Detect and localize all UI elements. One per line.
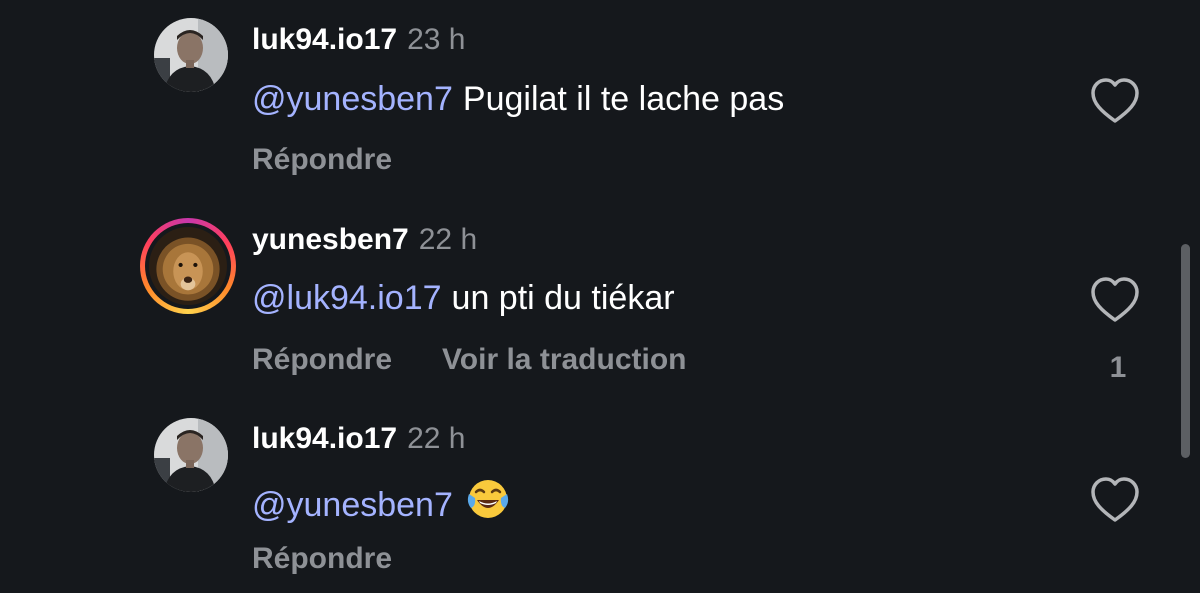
mention-link[interactable]: @yunesben7 [252,486,453,524]
reply-button[interactable]: Répondre [252,343,392,376]
like-button[interactable] [1088,475,1142,525]
see-translation-button[interactable]: Voir la traduction [442,343,686,376]
tears-of-joy-emoji-icon [465,476,511,522]
timestamp: 22 h [418,223,478,256]
comment-actions: Répondre [252,541,392,577]
scrollbar[interactable] [1181,244,1190,458]
timestamp: 22 h [407,422,466,455]
like-count: 1 [1109,351,1127,384]
like-button[interactable] [1088,275,1142,325]
comments-thread: luk94.io17 23 h @yunesben7 Pugilat il te l… [0,0,1200,593]
comment-text: @yunesben7 [252,476,511,526]
heart-outline-icon [1091,477,1139,522]
reply-button[interactable]: Répondre [252,542,392,575]
comment-body: un pti du tiékar [451,279,675,317]
username[interactable]: luk94.io17 [252,422,397,455]
comment-header: luk94.io17 22 h [252,421,465,457]
avatar [149,227,227,305]
lion-icon [149,227,227,305]
avatar-story-ring[interactable] [140,218,236,314]
avatar[interactable] [154,418,228,492]
username[interactable]: yunesben7 [252,223,409,256]
comment: luk94.io17 22 h @yunesben7 Répondre [0,0,1200,575]
comment-text: @luk94.io17 un pti du tiékar [252,277,675,319]
mention-link[interactable]: @luk94.io17 [252,279,442,317]
comment-actions: Répondre Voir la traduction [252,342,686,378]
comment-header: yunesben7 22 h [252,222,477,258]
heart-outline-icon [1091,277,1139,322]
man-portrait-icon [154,418,228,492]
